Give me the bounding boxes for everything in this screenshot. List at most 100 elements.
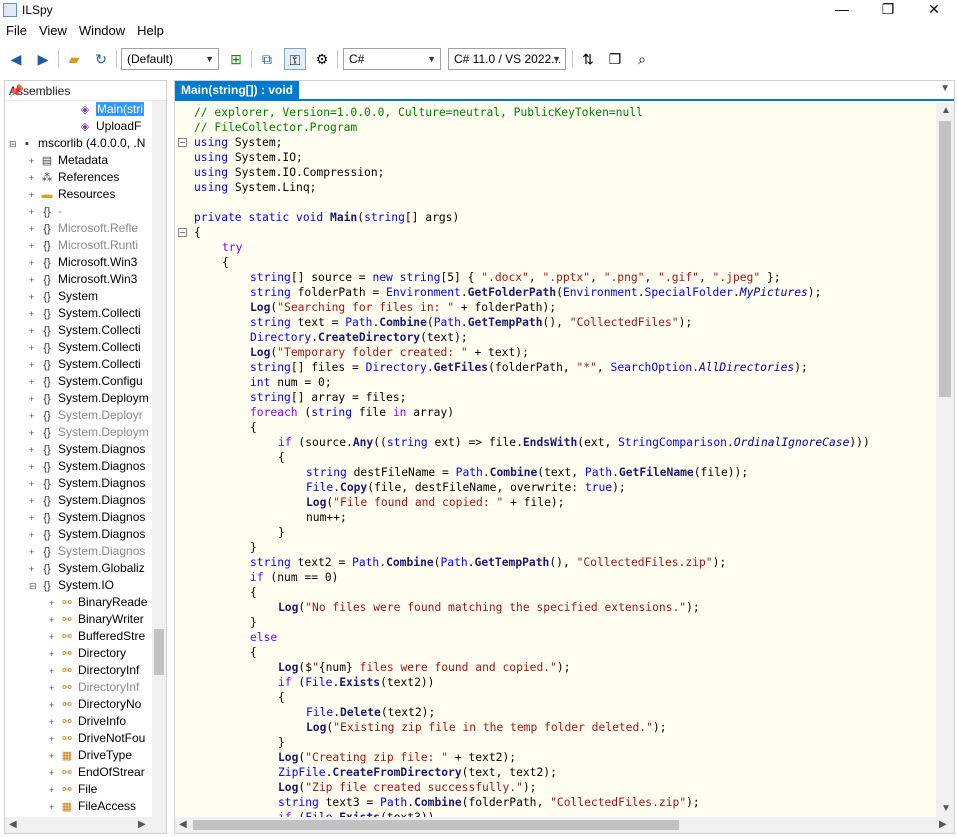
- expand-icon[interactable]: +: [29, 187, 39, 204]
- tree-vertical-scrollbar[interactable]: [152, 101, 166, 817]
- tree-node[interactable]: + ▬ Resources: [29, 186, 115, 203]
- scroll-left-icon[interactable]: ◀: [9, 819, 17, 830]
- show-internal-button[interactable]: ⚿: [284, 48, 306, 70]
- code-editor[interactable]: // explorer, Version=1.0.0.0, Culture=ne…: [175, 103, 936, 817]
- scroll-down-icon[interactable]: ▼: [941, 803, 951, 814]
- tree-node[interactable]: + {} System.Diagnos: [29, 526, 145, 543]
- expand-icon[interactable]: +: [49, 612, 59, 629]
- expand-icon[interactable]: +: [29, 374, 39, 391]
- assembly-list-select[interactable]: (Default) ▼: [121, 48, 219, 70]
- open-button[interactable]: ▰: [63, 48, 85, 70]
- code-vertical-scrollbar[interactable]: ▲ ▼: [936, 103, 954, 817]
- scrollbar-thumb[interactable]: [939, 121, 951, 397]
- expand-icon[interactable]: +: [29, 238, 39, 255]
- expand-icon[interactable]: +: [49, 595, 59, 612]
- expand-icon[interactable]: +: [29, 340, 39, 357]
- code-horizontal-scrollbar[interactable]: ◀ ▶: [175, 817, 954, 833]
- tree-node[interactable]: + {} System.Deploym: [29, 390, 149, 407]
- expand-icon[interactable]: +: [49, 714, 59, 731]
- tree-node[interactable]: ⊟ {} System.IO: [29, 577, 114, 594]
- document-tab-main[interactable]: Main(string[]) : void: [175, 81, 299, 101]
- scroll-up-icon[interactable]: ▲: [941, 105, 951, 116]
- expand-icon[interactable]: +: [29, 272, 39, 289]
- scroll-right-icon[interactable]: ▶: [939, 819, 947, 830]
- tree-node[interactable]: ⊟ ▪ mscorlib (4.0.0.0, .N: [9, 135, 145, 152]
- tree-node[interactable]: + {} System.Diagnos: [29, 441, 145, 458]
- expand-icon[interactable]: +: [29, 493, 39, 510]
- tree-node[interactable]: + ⚯ BufferedStre: [49, 628, 145, 645]
- scroll-right-icon[interactable]: ▶: [138, 819, 146, 830]
- expand-icon[interactable]: +: [29, 391, 39, 408]
- tree-node[interactable]: + ⚯ Directory: [49, 645, 126, 662]
- expand-icon[interactable]: +: [29, 153, 39, 170]
- tree-node[interactable]: + {} -: [29, 203, 62, 220]
- tree-node[interactable]: + {} Microsoft.Runti: [29, 237, 138, 254]
- tree-node[interactable]: + {} System: [29, 288, 98, 305]
- tree-node[interactable]: + ⚯ File: [49, 781, 97, 798]
- search-button[interactable]: ⌕: [631, 48, 653, 70]
- assembly-tree[interactable]: ◈ Main(stri ◈ UploadF ⊟ ▪ mscorlib (4.0.0.0, .…: [5, 101, 152, 817]
- tree-node[interactable]: + {} System.Diagnos: [29, 509, 145, 526]
- expand-icon[interactable]: +: [49, 629, 59, 646]
- menu-file[interactable]: File: [0, 20, 33, 42]
- pin-icon[interactable]: 📌: [9, 84, 162, 98]
- tree-node[interactable]: + ⚯ BinaryWriter: [49, 611, 144, 628]
- language-version-select[interactable]: C# 11.0 / VS 2022... ▼: [448, 48, 566, 70]
- back-button[interactable]: ◀: [5, 48, 27, 70]
- menu-view[interactable]: View: [33, 20, 73, 42]
- minimize-button[interactable]: —: [819, 0, 865, 20]
- scrollbar-thumb[interactable]: [154, 629, 164, 675]
- expand-icon[interactable]: +: [29, 221, 39, 238]
- expand-icon[interactable]: +: [29, 170, 39, 187]
- scrollbar-thumb[interactable]: [193, 820, 679, 830]
- window-button[interactable]: ❐: [604, 48, 626, 70]
- expand-icon[interactable]: +: [29, 527, 39, 544]
- expand-icon[interactable]: +: [29, 459, 39, 476]
- tab-list-icon[interactable]: ▼: [940, 83, 950, 94]
- tree-node[interactable]: ◈ Main(stri: [67, 101, 145, 118]
- expand-icon[interactable]: +: [29, 255, 39, 272]
- expand-icon[interactable]: +: [29, 306, 39, 323]
- collapse-node-icon[interactable]: ⊟: [9, 136, 19, 153]
- tree-node[interactable]: + {} System.Collecti: [29, 305, 141, 322]
- expand-icon[interactable]: +: [29, 561, 39, 578]
- expand-icon[interactable]: +: [49, 782, 59, 799]
- tree-node[interactable]: ◈ UploadF: [67, 118, 142, 135]
- tree-horizontal-scrollbar[interactable]: ◀ ▶: [5, 817, 166, 833]
- tree-node[interactable]: + ⚯ DriveNotFou: [49, 730, 145, 747]
- tree-node[interactable]: + ⚯ DirectoryInf: [49, 679, 139, 696]
- expand-icon[interactable]: +: [49, 697, 59, 714]
- tree-node[interactable]: + {} System.Collecti: [29, 339, 141, 356]
- tree-node[interactable]: + {} System.Diagnos: [29, 458, 145, 475]
- show-all-members-button[interactable]: ⚙: [311, 48, 333, 70]
- expand-icon[interactable]: +: [49, 663, 59, 680]
- tree-node[interactable]: + {} Microsoft.Win3: [29, 271, 137, 288]
- expand-icon[interactable]: +: [29, 408, 39, 425]
- expand-icon[interactable]: +: [29, 476, 39, 493]
- tree-node[interactable]: + {} System.Configu: [29, 373, 143, 390]
- manage-assembly-lists-button[interactable]: ⊞: [225, 48, 247, 70]
- scroll-left-icon[interactable]: ◀: [179, 819, 187, 830]
- collapse-node-icon[interactable]: ⊟: [29, 578, 39, 595]
- tree-node[interactable]: + ⚯ DirectoryInf: [49, 662, 139, 679]
- language-select[interactable]: C# ▼: [343, 48, 441, 70]
- tree-node[interactable]: + ▤ Metadata: [29, 152, 108, 169]
- tree-node[interactable]: + {} Microsoft.Win3: [29, 254, 137, 271]
- expand-icon[interactable]: +: [49, 748, 59, 765]
- maximize-button[interactable]: ❐: [865, 0, 911, 20]
- expand-icon[interactable]: +: [29, 357, 39, 374]
- tree-node[interactable]: + ⁂ References: [29, 169, 119, 186]
- expand-icon[interactable]: +: [29, 204, 39, 221]
- collapse-all-button[interactable]: ⧉: [256, 48, 278, 70]
- close-button[interactable]: ✕: [911, 0, 957, 20]
- tree-node[interactable]: + {} System.Deployr: [29, 407, 143, 424]
- fold-toggle-icon[interactable]: −: [178, 228, 187, 237]
- expand-icon[interactable]: +: [29, 425, 39, 442]
- tree-node[interactable]: + {} System.Diagnos: [29, 492, 145, 509]
- expand-icon[interactable]: +: [29, 323, 39, 340]
- tree-node[interactable]: + {} System.Diagnos: [29, 543, 145, 560]
- menu-help[interactable]: Help: [131, 20, 170, 42]
- reload-button[interactable]: ↻: [90, 48, 112, 70]
- tree-node[interactable]: + {} System.Deploym: [29, 424, 149, 441]
- tree-node[interactable]: + ▦ FileAccess: [49, 798, 136, 815]
